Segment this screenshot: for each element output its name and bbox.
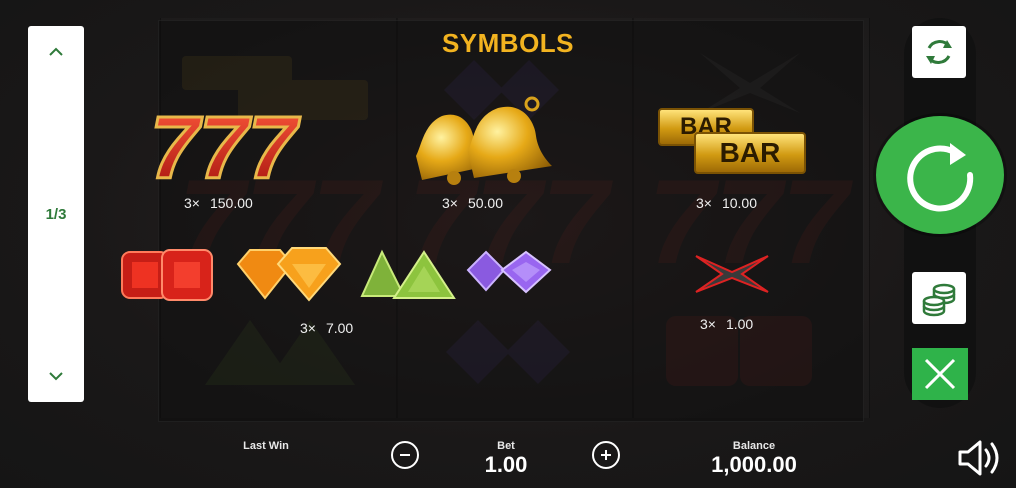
plus-icon: [601, 450, 611, 460]
spin-button[interactable]: [876, 116, 1004, 234]
bet-coins-button[interactable]: [912, 272, 966, 324]
payout-double-bar: 3× 10.00: [696, 195, 757, 211]
payout-value: 7.00: [325, 320, 354, 336]
paytable-panel: [158, 20, 864, 422]
spin-icon: [907, 143, 974, 212]
payout-value: 1.00: [725, 316, 754, 332]
purple-gem-symbol: [466, 250, 552, 294]
autoplay-icon: [926, 40, 952, 64]
payout-value: 10.00: [721, 195, 758, 211]
bet-label: Bet: [497, 440, 515, 452]
balance-label: Balance: [732, 440, 776, 452]
chevron-down-icon: [49, 372, 63, 381]
bet-increase-button[interactable]: [592, 441, 620, 469]
page-navigator: 1/3: [28, 26, 84, 402]
chevron-up-icon: [49, 47, 63, 56]
close-paytable-button[interactable]: [912, 348, 968, 400]
svg-text:777: 777: [150, 102, 301, 186]
page-indicator: 1/3: [45, 206, 67, 223]
orange-gem-symbol: [236, 247, 342, 302]
paytable-title: SYMBOLS: [441, 28, 575, 58]
bet-value: 1.00: [484, 452, 528, 477]
bells-symbol: [416, 96, 552, 185]
payout-count: 3×: [700, 316, 716, 332]
x-symbol: [695, 255, 769, 293]
payout-count: 3×: [184, 195, 200, 211]
balance-value: 1,000.00: [711, 452, 797, 477]
payout-value: 150.00: [209, 195, 253, 211]
last-win-label: Last Win: [243, 440, 289, 452]
page-down-button[interactable]: [28, 356, 84, 396]
triple-seven-symbol: 777: [149, 102, 303, 186]
double-bar-symbol: BAR BAR: [658, 108, 806, 174]
payout-triple-seven: 3× 150.00: [184, 195, 253, 211]
payout-bells: 3× 50.00: [442, 195, 503, 211]
bar-tile: BAR: [694, 132, 806, 174]
payout-value: 50.00: [467, 195, 504, 211]
payout-count: 3×: [442, 195, 458, 211]
page-up-button[interactable]: [28, 32, 84, 72]
coins-icon: [922, 283, 956, 317]
red-gem-symbol: [121, 249, 213, 301]
minus-icon: [400, 454, 410, 456]
payout-count: 3×: [300, 320, 316, 336]
close-icon: [924, 358, 956, 390]
payout-gems: 3× 7.00: [300, 320, 353, 336]
green-gem-symbol: [360, 249, 456, 299]
payout-count: 3×: [696, 195, 712, 211]
speaker-icon: [958, 440, 999, 476]
payout-x-symbol: 3× 1.00: [700, 316, 753, 332]
autoplay-button[interactable]: [912, 26, 966, 78]
bet-decrease-button[interactable]: [391, 441, 419, 469]
sound-toggle-button[interactable]: [956, 436, 1006, 480]
